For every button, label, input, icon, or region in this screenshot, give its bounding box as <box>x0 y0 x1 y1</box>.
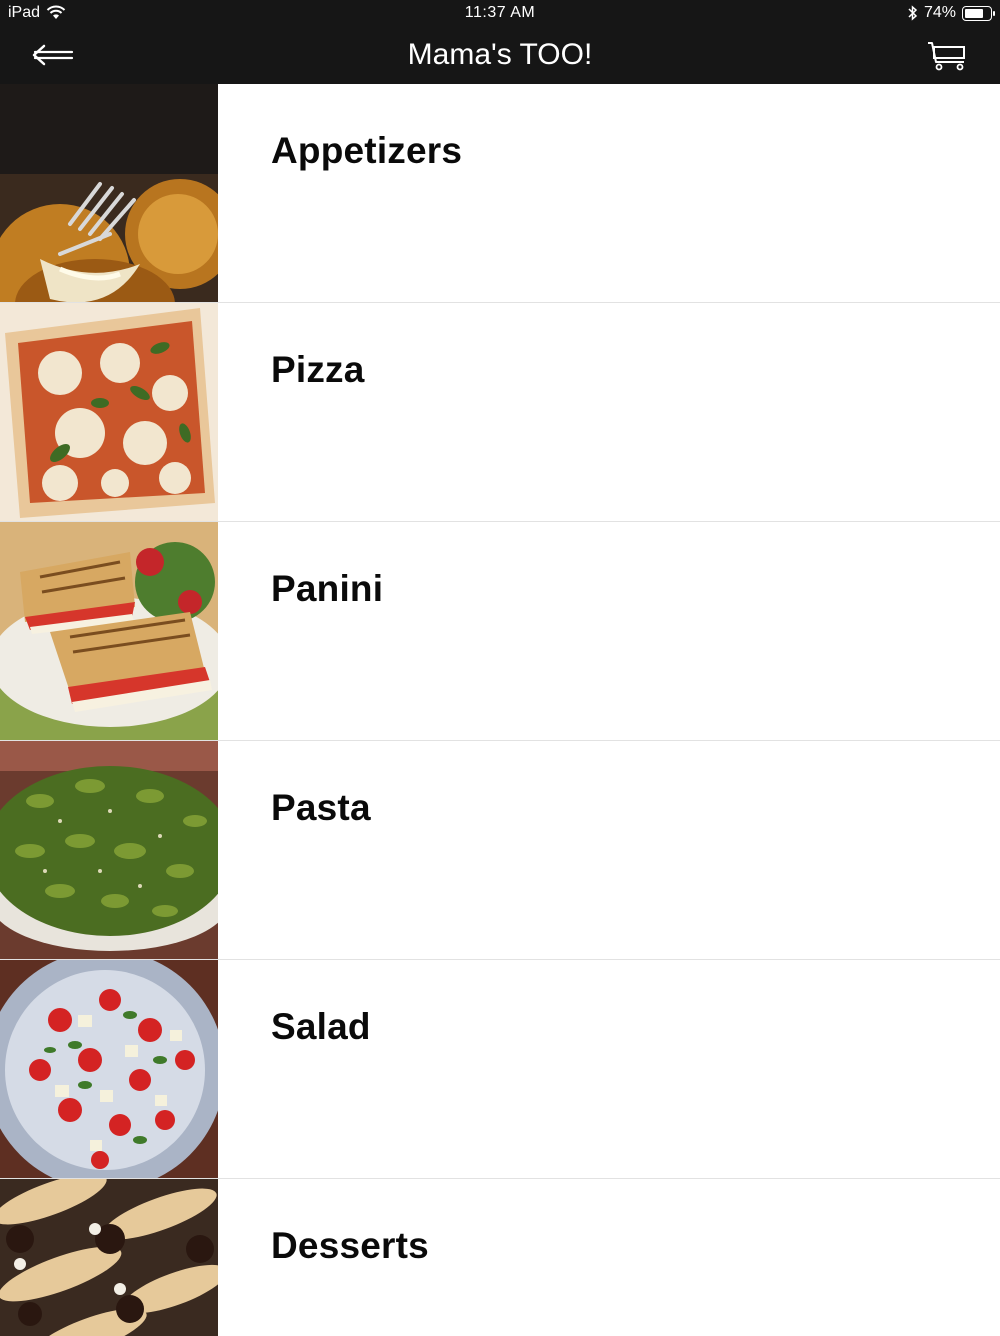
pesto-pasta-photo <box>0 741 218 959</box>
battery-fill <box>965 8 983 18</box>
status-right: 74% <box>908 4 995 22</box>
status-bar: iPad 11:37 AM 74% <box>0 0 1000 28</box>
menu-item-panini[interactable]: Panini <box>0 522 1000 741</box>
page-title: Mama's TOO! <box>407 38 593 71</box>
bluetooth-icon <box>908 5 918 21</box>
menu-item-pasta[interactable]: Pasta <box>0 741 1000 960</box>
arancini-photo <box>0 84 218 302</box>
cannoli-photo <box>0 1179 218 1336</box>
navigation-bar: Mama's TOO! <box>0 28 1000 84</box>
menu-item-label: Appetizers <box>271 130 463 171</box>
menu-item-label: Salad <box>271 1006 371 1047</box>
menu-item-appetizers[interactable]: Appetizers <box>0 84 1000 303</box>
status-time: 11:37 AM <box>464 4 536 21</box>
menu-item-label: Panini <box>271 568 384 609</box>
menu-item-salad[interactable]: Salad <box>0 960 1000 1179</box>
caprese-salad-photo <box>0 960 218 1178</box>
menu-item-label: Pizza <box>271 349 365 390</box>
panini-photo <box>0 522 218 740</box>
menu-item-pizza[interactable]: Pizza <box>0 303 1000 522</box>
menu-item-label: Desserts <box>271 1225 429 1266</box>
menu-item-desserts[interactable]: Desserts <box>0 1179 1000 1336</box>
cart-icon <box>928 42 965 71</box>
cart-button[interactable] <box>926 38 970 74</box>
menu-category-list: Appetizers Pizza Panini Pasta Salad Dess… <box>0 84 1000 1336</box>
pizza-photo <box>0 303 218 521</box>
battery-icon <box>962 5 995 21</box>
menu-item-label: Pasta <box>271 787 371 828</box>
battery-percent: 74% <box>923 4 956 21</box>
